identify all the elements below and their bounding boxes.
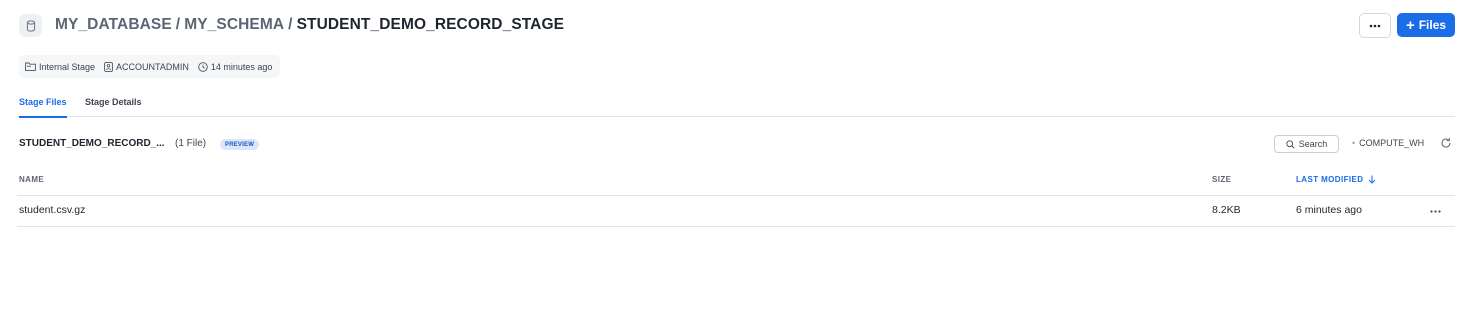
file-name[interactable]: student.csv.gz: [19, 204, 85, 216]
breadcrumb-schema[interactable]: MY_SCHEMA: [184, 16, 284, 33]
warehouse-status-dot-icon: •: [1352, 138, 1356, 148]
tab-stage-details[interactable]: Stage Details: [85, 97, 142, 116]
page-title: MY_DATABASE / MY_SCHEMA / STUDENT_DEMO_RECOR…: [55, 16, 564, 34]
file-list-title: STUDENT_DEMO_RECORD_...: [19, 138, 165, 149]
breadcrumb-separator: /: [175, 16, 181, 33]
preview-badge: PREVIEW: [220, 139, 260, 150]
ellipsis-icon: [1369, 24, 1381, 27]
search-label: Search: [1298, 139, 1328, 149]
user-badge-icon: [104, 61, 113, 72]
tab-stage-files[interactable]: Stage Files: [19, 97, 67, 118]
cylinder-icon: [26, 19, 35, 32]
column-header-last-modified[interactable]: LAST MODIFIED: [1296, 175, 1376, 184]
table-row[interactable]: student.csv.gz 8.2KB 6 minutes ago: [17, 196, 1455, 227]
file-size: 8.2KB: [1212, 204, 1241, 216]
stage-type-label: Internal Stage: [39, 61, 96, 72]
add-files-label: Files: [1418, 18, 1447, 32]
more-actions-button[interactable]: [1359, 13, 1391, 38]
refresh-icon[interactable]: [1440, 137, 1452, 149]
owner-role-label: ACCOUNTADMIN: [116, 61, 189, 72]
search-icon: [1286, 139, 1295, 149]
ellipsis-icon: [1429, 209, 1441, 213]
breadcrumb-separator: /: [288, 16, 293, 33]
sort-descending-icon: [1369, 175, 1376, 184]
file-last-modified: 6 minutes ago: [1296, 204, 1362, 216]
stage-meta-bar: Internal Stage ACCOUNTADMIN 14 minutes a…: [19, 55, 281, 78]
clock-icon: [198, 61, 208, 72]
warehouse-selector[interactable]: • COMPUTE_WH: [1352, 138, 1424, 148]
created-time-label: 14 minutes ago: [210, 61, 273, 72]
created-time: 14 minutes ago: [198, 61, 273, 72]
database-stage-icon: [19, 14, 42, 37]
file-count: (1 File): [175, 138, 207, 149]
plus-icon: +: [1405, 16, 1415, 34]
row-actions-button[interactable]: [1425, 203, 1445, 219]
owner-role: ACCOUNTADMIN: [104, 62, 189, 72]
column-header-name[interactable]: NAME: [19, 175, 44, 184]
stage-name: STUDENT_DEMO_RECORD_STAGE: [296, 16, 565, 33]
tab-bar: Stage Files Stage Details: [17, 93, 1455, 118]
search-button[interactable]: Search: [1274, 135, 1339, 153]
add-files-button[interactable]: + Files: [1397, 13, 1455, 37]
folder-stage-icon: [25, 62, 36, 71]
column-header-last-modified-label: LAST MODIFIED: [1296, 175, 1364, 184]
warehouse-name: COMPUTE_WH: [1359, 138, 1425, 148]
column-header-size[interactable]: SIZE: [1212, 175, 1231, 184]
breadcrumb-database[interactable]: MY_DATABASE: [55, 16, 172, 33]
stage-type: Internal Stage: [25, 62, 95, 72]
